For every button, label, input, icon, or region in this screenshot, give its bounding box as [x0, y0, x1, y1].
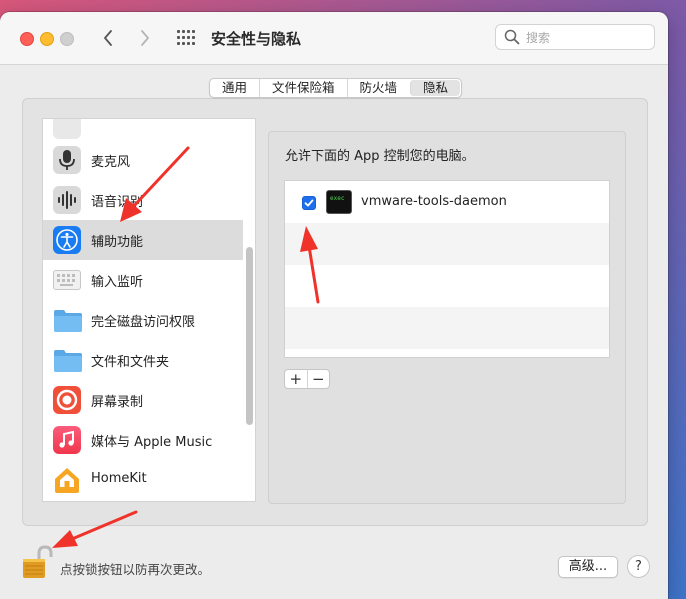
sidebar-item-screen-recording[interactable]: 屏幕录制 [43, 380, 243, 420]
tab-privacy[interactable]: 隐私 [410, 80, 461, 96]
sidebar-item-files-and-folders[interactable]: 文件和文件夹 [43, 340, 243, 380]
back-button[interactable] [98, 28, 118, 48]
lock-hint-text: 点按锁按钮以防再次更改。 [60, 562, 211, 577]
sidebar-item-label: 输入监听 [91, 275, 144, 290]
sidebar-item-label: 屏幕录制 [91, 395, 144, 410]
remove-app-button[interactable]: − [306, 370, 330, 388]
sidebar-item-full-disk-access[interactable]: 完全磁盘访问权限 [43, 300, 243, 340]
sidebar-item-homekit[interactable]: HomeKit [43, 460, 243, 500]
minimize-window-button[interactable] [40, 32, 54, 46]
help-button[interactable]: ? [627, 555, 650, 578]
app-list[interactable]: exec vmware-tools-daemon [284, 180, 610, 358]
microphone-icon [53, 146, 81, 174]
title-bar: 安全性与隐私 [0, 12, 668, 65]
annotation-arrow-accessibility [120, 146, 190, 222]
forward-button[interactable] [135, 28, 155, 48]
close-window-button[interactable] [20, 32, 34, 46]
app-name: vmware-tools-daemon [361, 194, 507, 209]
app-row-vmware-tools-daemon[interactable]: exec vmware-tools-daemon [285, 181, 609, 223]
sidebar-item-label: 完全磁盘访问权限 [91, 315, 196, 330]
sidebar-item-label: 辅助功能 [91, 235, 144, 250]
screen-recording-icon [53, 386, 81, 414]
panel-title: 允许下面的 App 控制您的电脑。 [285, 149, 475, 164]
sidebar-item-media-apple-music[interactable]: 媒体与 Apple Music [43, 420, 243, 460]
folder-icon [53, 306, 82, 334]
tab-bar: 通用 文件保险箱 防火墙 隐私 [209, 78, 463, 98]
window-title: 安全性与隐私 [211, 30, 302, 48]
zoom-window-button[interactable] [60, 32, 74, 46]
sidebar-item-label: HomeKit [91, 471, 147, 486]
add-remove-control: + − [284, 369, 330, 389]
search-input[interactable] [524, 28, 648, 48]
search-field[interactable] [495, 24, 655, 50]
keyboard-icon [53, 270, 81, 290]
tab-firewall[interactable]: 防火墙 [346, 79, 410, 97]
speech-recognition-icon [53, 186, 81, 214]
sidebar-scrollbar[interactable] [246, 247, 253, 425]
add-app-button[interactable]: + [285, 370, 307, 388]
terminal-icon: exec [326, 190, 352, 214]
home-icon [53, 466, 81, 494]
annotation-arrow-lock [52, 510, 138, 548]
sidebar-item-label: 媒体与 Apple Music [91, 435, 213, 450]
app-row-empty [285, 223, 609, 265]
search-icon [504, 29, 520, 45]
svg-text:exec: exec [330, 195, 345, 202]
partial-item-icon [53, 119, 81, 139]
app-row-empty [285, 265, 609, 307]
tab-general[interactable]: 通用 [210, 79, 259, 97]
tab-filevault[interactable]: 文件保险箱 [259, 79, 347, 97]
chevron-left-icon [104, 30, 112, 46]
music-icon [53, 426, 81, 454]
app-enabled-checkbox[interactable] [302, 196, 316, 210]
folder-icon [53, 346, 82, 374]
sidebar-item-input-monitoring[interactable]: 输入监听 [43, 260, 243, 300]
advanced-button[interactable]: 高级... [558, 556, 618, 578]
checkmark-icon [304, 199, 314, 207]
show-all-grid-icon[interactable] [177, 30, 195, 46]
app-row-empty [285, 307, 609, 349]
sidebar-item-label: 文件和文件夹 [91, 355, 170, 370]
chevron-right-icon [141, 30, 149, 46]
annotation-arrow-checkbox [300, 226, 320, 304]
accessibility-icon [53, 226, 81, 254]
